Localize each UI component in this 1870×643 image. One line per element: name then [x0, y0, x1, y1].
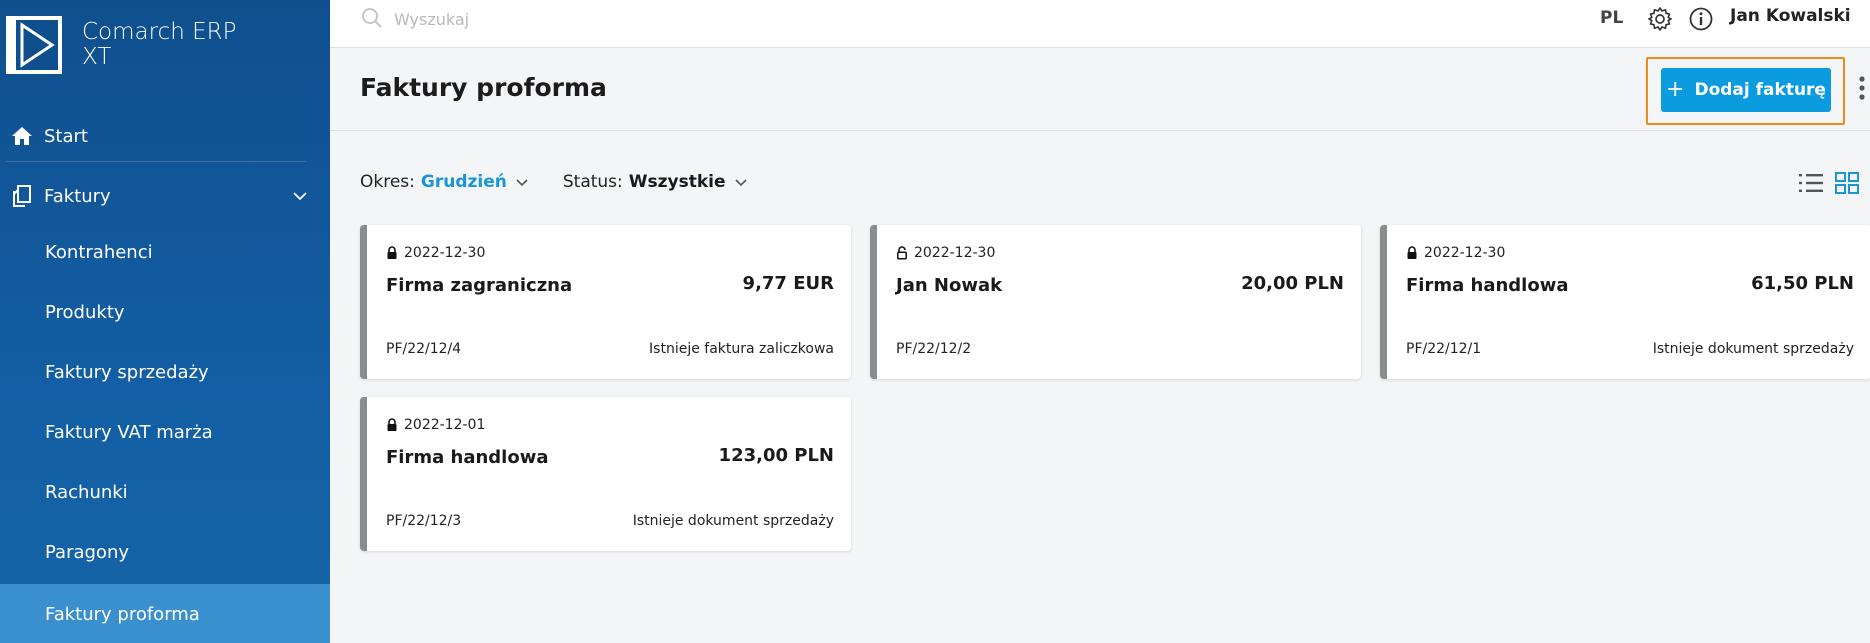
sidebar-divider: [6, 161, 306, 162]
card-contractor: Firma zagraniczna: [386, 275, 573, 296]
period-filter[interactable]: Okres: Grudzień: [360, 172, 529, 192]
sidebar-item-label: Faktury sprzedaży: [45, 361, 209, 383]
sidebar-item-start[interactable]: Start: [0, 106, 330, 166]
card-date-value: 2022-12-01: [404, 417, 486, 433]
card-contractor: Firma handlowa: [386, 447, 549, 468]
card-amount: 20,00 PLN: [1241, 273, 1344, 294]
filters-bar: Okres: Grudzień Status: Wszystkie: [360, 172, 748, 192]
sidebar-item-paragony[interactable]: Paragony: [0, 522, 330, 582]
card-date: 2022-12-30: [386, 245, 485, 261]
card-date-value: 2022-12-30: [404, 245, 486, 261]
period-filter-label: Okres:: [360, 172, 415, 192]
plus-icon: +: [1666, 76, 1685, 102]
card-amount: 61,50 PLN: [1751, 273, 1854, 294]
status-filter[interactable]: Status: Wszystkie: [563, 172, 748, 192]
more-options-icon[interactable]: [1858, 75, 1866, 101]
chevron-down-icon: [516, 179, 528, 187]
invoice-card[interactable]: 2022-12-30 Firma handlowa 61,50 PLN PF/2…: [1380, 225, 1870, 379]
status-filter-label: Status:: [562, 172, 623, 192]
card-number: PF/22/12/3: [386, 513, 462, 529]
documents-icon: [0, 184, 44, 208]
card-date: 2022-12-01: [386, 417, 485, 433]
sidebar: Comarch ERP XT Start Faktury Kontrahenci…: [0, 0, 330, 643]
add-invoice-button[interactable]: + Dodaj fakturę: [1661, 68, 1831, 112]
card-number: PF/22/12/1: [1406, 341, 1482, 357]
comarch-logo: [6, 16, 62, 74]
invoice-card[interactable]: 2022-12-30 Jan Nowak 20,00 PLN PF/22/12/…: [870, 225, 1361, 379]
sidebar-item-label: Faktury VAT marża: [45, 421, 213, 443]
sidebar-item-faktury-sprzedazy[interactable]: Faktury sprzedaży: [0, 342, 330, 402]
invoice-card[interactable]: 2022-12-01 Firma handlowa 123,00 PLN PF/…: [360, 397, 851, 551]
search-icon: [362, 8, 382, 28]
list-view-icon[interactable]: [1798, 171, 1824, 195]
gear-icon[interactable]: [1647, 6, 1673, 32]
sidebar-item-kontrahenci[interactable]: Kontrahenci: [0, 222, 330, 282]
brand-line-2: XT: [82, 44, 112, 70]
sidebar-item-faktury-proforma[interactable]: Faktury proforma: [0, 584, 330, 643]
card-number: PF/22/12/2: [896, 341, 972, 357]
sidebar-item-label: Faktury: [44, 185, 111, 207]
search-input[interactable]: [394, 6, 794, 32]
grid-view-icon[interactable]: [1834, 171, 1860, 195]
sidebar-item-label: Paragony: [45, 541, 130, 563]
sidebar-item-label: Faktury proforma: [45, 603, 200, 625]
lock-icon: [387, 418, 397, 431]
card-status: Istnieje faktura zaliczkowa: [649, 341, 834, 357]
add-invoice-label: Dodaj fakturę: [1694, 80, 1826, 100]
sidebar-item-produkty[interactable]: Produkty: [0, 282, 330, 342]
info-icon[interactable]: [1688, 6, 1714, 32]
card-status: Istnieje dokument sprzedaży: [632, 513, 834, 529]
invoice-card[interactable]: 2022-12-30 Firma zagraniczna 9,77 EUR PF…: [360, 225, 851, 379]
sidebar-item-label: Produkty: [45, 301, 125, 323]
card-date-value: 2022-12-30: [1424, 245, 1506, 261]
card-amount: 123,00 PLN: [718, 445, 834, 466]
sidebar-item-faktury-vat-marza[interactable]: Faktury VAT marża: [0, 402, 330, 462]
lock-icon: [387, 246, 397, 259]
brand-name: Comarch ERP XT: [82, 20, 237, 70]
unlock-icon: [897, 246, 907, 260]
sidebar-item-label: Kontrahenci: [45, 241, 153, 263]
lock-icon: [1407, 246, 1417, 259]
language-switch[interactable]: PL: [1600, 8, 1623, 28]
card-contractor: Firma handlowa: [1406, 275, 1569, 296]
card-contractor: Jan Nowak: [896, 275, 1003, 296]
card-amount: 9,77 EUR: [742, 273, 834, 294]
card-status: Istnieje dokument sprzedaży: [1652, 341, 1854, 357]
status-filter-value: Wszystkie: [628, 172, 726, 192]
sidebar-item-rachunki[interactable]: Rachunki: [0, 462, 330, 522]
page-title: Faktury proforma: [360, 73, 607, 102]
card-number: PF/22/12/4: [386, 341, 462, 357]
period-filter-value: Grudzień: [420, 172, 507, 192]
page-header: Faktury proforma + Dodaj fakturę: [330, 49, 1870, 131]
card-date: 2022-12-30: [1406, 245, 1505, 261]
sidebar-item-faktury[interactable]: Faktury: [0, 166, 330, 226]
chevron-down-icon: [734, 179, 747, 187]
user-name[interactable]: Jan Kowalski: [1730, 6, 1851, 26]
chevron-down-icon: [293, 192, 307, 201]
top-bar: PL Jan Kowalski: [330, 0, 1870, 48]
sidebar-item-label: Start: [44, 125, 88, 147]
card-date-value: 2022-12-30: [914, 245, 996, 261]
card-date: 2022-12-30: [896, 245, 995, 261]
home-icon: [0, 125, 44, 147]
brand-line-1: Comarch ERP: [82, 19, 237, 45]
sidebar-item-label: Rachunki: [45, 481, 128, 503]
